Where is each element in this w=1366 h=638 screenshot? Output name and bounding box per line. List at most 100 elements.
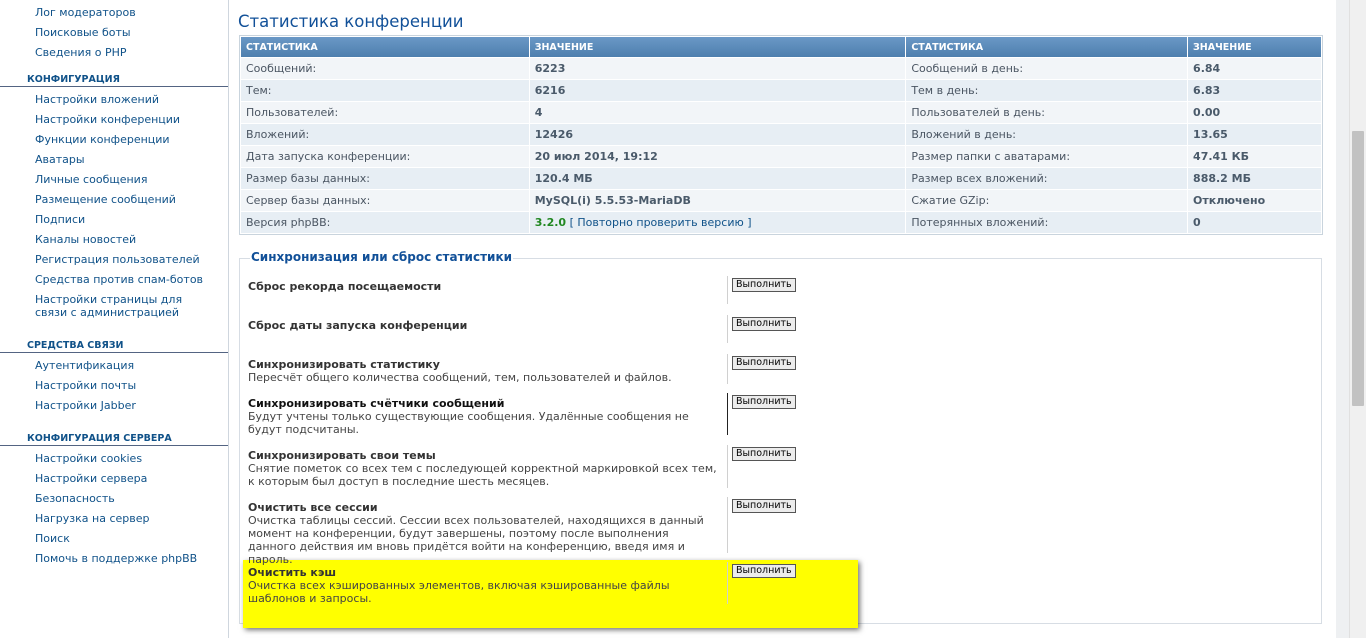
stat-value: 6223 (529, 58, 906, 79)
action-resync-post-counts: Синхронизировать счётчики сообщений Буду… (248, 393, 728, 436)
stat-label: Сервер базы данных: (241, 190, 529, 211)
sidebar-item-signatures[interactable]: Подписи (0, 213, 228, 226)
sidebar: Лог модераторов Поисковые боты Сведения … (0, 0, 228, 638)
action-title: Очистить все сессии (248, 501, 378, 514)
action-purge-sessions: Очистить все сессии Очистка таблицы сесс… (248, 497, 728, 566)
stat-label: Дата запуска конференции: (241, 146, 529, 167)
stat-value: 0 (1188, 212, 1321, 233)
sidebar-item-help-support[interactable]: Помочь в поддержке phpBB (0, 552, 228, 565)
sidebar-item-email-settings[interactable]: Настройки почты (0, 379, 228, 392)
stat-label: Размер базы данных: (241, 168, 529, 189)
stat-label: Вложений в день: (906, 124, 1188, 145)
action-reset-board-date: Сброс даты запуска конференции (248, 315, 728, 343)
table-row: Тем: 6216 Тем в день: 6.83 (241, 80, 1321, 101)
stat-label: Вложений: (241, 124, 529, 145)
recheck-version-link[interactable]: Повторно проверить версию (577, 216, 743, 229)
sidebar-item-registration[interactable]: Регистрация пользователей (0, 253, 228, 266)
action-purge-cache: Очистить кэш Очистка всех кэшированных э… (248, 562, 728, 605)
version-number: 3.2.0 (534, 216, 567, 229)
sidebar-item-antispam[interactable]: Средства против спам-ботов (0, 273, 228, 286)
stat-label: Сообщений: (241, 58, 529, 79)
stat-value: 0.00 (1188, 102, 1321, 123)
stat-value: MySQL(i) 5.5.53-MariaDB (529, 190, 906, 211)
stat-value: 888.2 МБ (1188, 168, 1321, 189)
sync-legend: Синхронизация или сброс статистики (250, 250, 513, 264)
sidebar-item-cookie-settings[interactable]: Настройки cookies (0, 452, 228, 465)
run-reset-board-date-button[interactable]: Выполнить (732, 317, 796, 331)
column-header: СТАТИСТИКА (906, 37, 1188, 57)
stat-label: Версия phpBB: (241, 212, 529, 233)
sidebar-section-server-configuration: КОНФИГУРАЦИЯ СЕРВЕРА (0, 433, 228, 446)
sidebar-item-mod-log[interactable]: Лог модераторов (0, 6, 228, 19)
table-row: Сообщений: 6223 Сообщений в день: 6.84 (241, 58, 1321, 79)
sidebar-item-authentication[interactable]: Аутентификация (0, 359, 228, 372)
stat-label: Пользователей: (241, 102, 529, 123)
stat-label: Сжатие GZip: (906, 190, 1188, 211)
stat-value: 120.4 МБ (529, 168, 906, 189)
table-row: Дата запуска конференции: 20 июл 2014, 1… (241, 146, 1321, 167)
sidebar-item-search[interactable]: Поиск (0, 532, 228, 545)
version-cell: 3.2.0 [ Повторно проверить версию ] (529, 212, 906, 233)
sidebar-item-server-load[interactable]: Нагрузка на сервер (0, 512, 228, 525)
stat-label: Размер папки с аватарами: (906, 146, 1188, 167)
action-description: Очистка всех кэшированных элементов, вкл… (248, 579, 670, 605)
sidebar-item-search-bots[interactable]: Поисковые боты (0, 26, 228, 39)
stat-value: 6.83 (1188, 80, 1321, 101)
sidebar-item-board-features[interactable]: Функции конференции (0, 133, 228, 146)
action-reset-online-record: Сброс рекорда посещаемости (248, 276, 728, 304)
stat-value: 6216 (529, 80, 906, 101)
table-row: Сервер базы данных: MySQL(i) 5.5.53-Mari… (241, 190, 1321, 211)
page-title: Статистика конференции (238, 12, 464, 31)
scrollbar-thumb[interactable] (1352, 131, 1364, 406)
run-resync-dots-button[interactable]: Выполнить (732, 447, 796, 461)
column-header: ЗНАЧЕНИЕ (1188, 37, 1321, 57)
action-title: Синхронизировать счётчики сообщений (248, 397, 505, 410)
stat-value: 13.65 (1188, 124, 1321, 145)
sidebar-item-board-settings[interactable]: Настройки конференции (0, 113, 228, 126)
action-description: Пересчёт общего количества сообщений, те… (248, 371, 672, 384)
run-resync-post-counts-button[interactable]: Выполнить (732, 395, 796, 409)
sidebar-item-avatars[interactable]: Аватары (0, 153, 228, 166)
run-reset-online-record-button[interactable]: Выполнить (732, 278, 796, 292)
action-description: Будут учтены только существующие сообщен… (248, 410, 689, 436)
stat-value: 12426 (529, 124, 906, 145)
table-row: Пользователей: 4 Пользователей в день: 0… (241, 102, 1321, 123)
run-purge-sessions-button[interactable]: Выполнить (732, 499, 796, 513)
action-title: Синхронизировать свои темы (248, 449, 436, 462)
sidebar-item-private-messages[interactable]: Личные сообщения (0, 173, 228, 186)
sidebar-item-server-settings[interactable]: Настройки сервера (0, 472, 228, 485)
stats-table: СТАТИСТИКА ЗНАЧЕНИЕ СТАТИСТИКА ЗНАЧЕНИЕ … (239, 35, 1323, 235)
stat-value: 6.84 (1188, 58, 1321, 79)
stat-value: 47.41 КБ (1188, 146, 1321, 167)
stat-label: Сообщений в день: (906, 58, 1188, 79)
action-title: Очистить кэш (248, 566, 337, 579)
sidebar-item-attachment-settings[interactable]: Настройки вложений (0, 93, 228, 106)
stat-label: Потерянных вложений: (906, 212, 1188, 233)
sidebar-item-contact-page[interactable]: Настройки страницы для связи с администр… (0, 293, 215, 319)
bracket-close: ] (747, 216, 752, 229)
stat-value: Отключено (1188, 190, 1321, 211)
bracket-open: [ (569, 216, 574, 229)
run-resync-stats-button[interactable]: Выполнить (732, 356, 796, 370)
table-row: Вложений: 12426 Вложений в день: 13.65 (241, 124, 1321, 145)
stat-label: Тем: (241, 80, 529, 101)
action-description: Очистка таблицы сессий. Сессии всех поль… (248, 514, 704, 566)
stat-value: 4 (529, 102, 906, 123)
stat-value: 20 июл 2014, 19:12 (529, 146, 906, 167)
stat-label: Тем в день: (906, 80, 1188, 101)
sidebar-section-communication: СРЕДСТВА СВЯЗИ (0, 340, 228, 353)
table-row-version: Версия phpBB: 3.2.0 [ Повторно проверить… (241, 212, 1321, 233)
sidebar-item-php-info[interactable]: Сведения о PHP (0, 46, 228, 59)
action-resync-stats: Синхронизировать статистику Пересчёт общ… (248, 354, 728, 384)
run-purge-cache-button[interactable]: Выполнить (732, 564, 796, 578)
stats-header-row: СТАТИСТИКА ЗНАЧЕНИЕ СТАТИСТИКА ЗНАЧЕНИЕ (241, 37, 1321, 57)
vertical-scrollbar[interactable] (1349, 0, 1366, 638)
action-title: Сброс рекорда посещаемости (248, 280, 442, 293)
column-header: СТАТИСТИКА (241, 37, 529, 57)
column-header: ЗНАЧЕНИЕ (529, 37, 906, 57)
sidebar-item-feeds[interactable]: Каналы новостей (0, 233, 228, 246)
sidebar-item-post-settings[interactable]: Размещение сообщений (0, 193, 228, 206)
sidebar-item-jabber-settings[interactable]: Настройки Jabber (0, 399, 228, 412)
action-title: Синхронизировать статистику (248, 358, 440, 371)
sidebar-item-security[interactable]: Безопасность (0, 492, 228, 505)
